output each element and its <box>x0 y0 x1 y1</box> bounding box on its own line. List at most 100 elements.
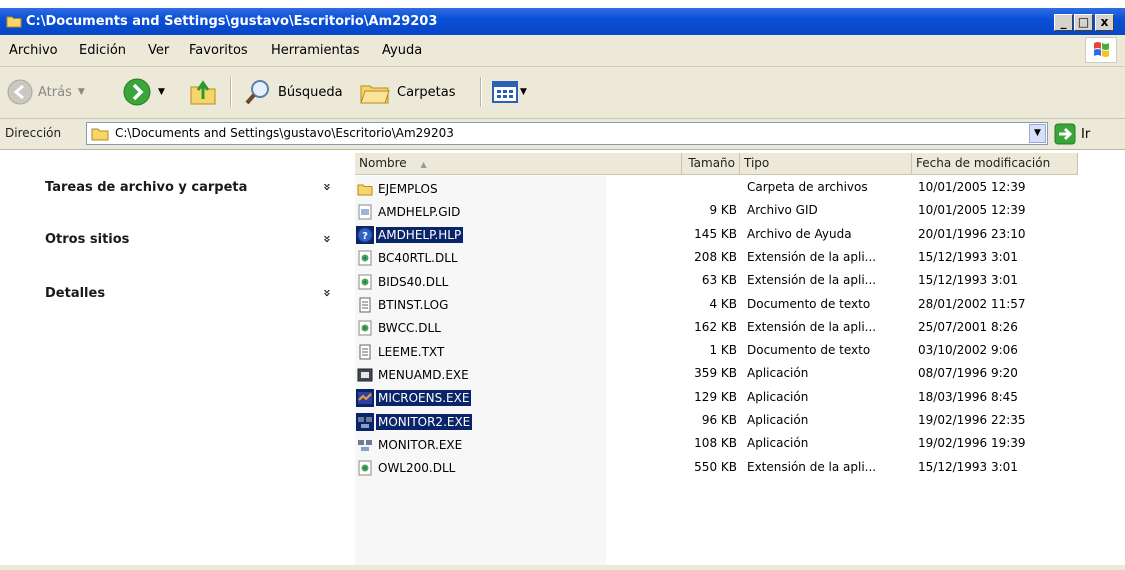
task-group-label: Otros sitios <box>45 232 130 247</box>
menu-ayuda[interactable]: Ayuda <box>382 43 422 58</box>
file-date: 15/12/1993 3:01 <box>918 459 1018 474</box>
file-name-cell[interactable]: LEEME.TXT <box>355 340 446 363</box>
menu-edicion[interactable]: Edición <box>79 43 126 58</box>
file-row[interactable]: EJEMPLOS Carpeta de archivos 10/01/2005 12… <box>355 177 1125 200</box>
dll-file-icon <box>357 274 373 290</box>
task-group-label: Tareas de archivo y carpeta <box>45 180 248 195</box>
folders-icon <box>360 85 390 104</box>
search-button[interactable]: Búsqueda <box>243 77 343 107</box>
task-group-file-folder[interactable]: Tareas de archivo y carpeta » <box>29 174 340 200</box>
file-type: Aplicación <box>747 436 809 451</box>
file-name-cell[interactable]: OWL200.DLL <box>355 457 457 480</box>
file-name: MONITOR2.EXE <box>376 413 473 430</box>
maximize-button[interactable]: □ <box>1074 14 1093 31</box>
file-row[interactable]: MENUAMD.EXE 359 KB Aplicación 08/07/1996 9:… <box>355 363 1125 386</box>
menu-archivo[interactable]: Archivo <box>9 43 58 58</box>
file-row[interactable]: AMDHELP.GID 9 KB Archivo GID 10/01/2005 12:… <box>355 200 1125 223</box>
file-name: BWCC.DLL <box>378 321 441 336</box>
file-date: 18/03/1996 8:45 <box>918 389 1018 404</box>
views-icon <box>492 81 518 103</box>
menu-favoritos[interactable]: Favoritos <box>189 43 248 58</box>
menu-ver[interactable]: Ver <box>148 43 169 58</box>
file-row[interactable]: BTINST.LOG 4 KB Documento de texto 28/01/20… <box>355 294 1125 317</box>
file-row[interactable]: MONITOR2.EXE 96 KB Aplicación 19/02/1996 22… <box>355 410 1125 433</box>
file-date: 28/01/2002 11:57 <box>918 296 1026 311</box>
views-button[interactable]: ▼ <box>491 77 527 107</box>
file-size: 129 KB <box>694 389 737 404</box>
file-name-cell[interactable]: MONITOR2.EXE <box>355 410 473 433</box>
sort-arrow-icon: ▲ <box>420 160 427 169</box>
chevron-down-icon[interactable]: ▼ <box>158 87 165 97</box>
chevron-down-icon[interactable]: ▼ <box>78 87 85 97</box>
file-type: Documento de texto <box>747 343 871 358</box>
task-group-details[interactable]: Detalles » <box>29 280 340 306</box>
file-size: 208 KB <box>694 249 737 264</box>
minimize-button[interactable]: _ <box>1054 14 1073 31</box>
expand-chevron-icon[interactable]: » <box>313 289 339 297</box>
file-date: 25/07/2001 8:26 <box>918 319 1018 334</box>
explorer-window: C:\Documents and Settings\gustavo\Escrit… <box>0 0 1125 570</box>
search-icon <box>245 80 269 105</box>
up-folder-button[interactable] <box>188 77 218 107</box>
file-row[interactable]: BWCC.DLL 162 KB Extensión de la apli... 25/… <box>355 317 1125 340</box>
file-row[interactable]: OWL200.DLL 550 KB Extensión de la apli... 1… <box>355 457 1125 480</box>
go-button[interactable]: Ir <box>1054 123 1090 145</box>
forward-button[interactable]: ▼ <box>122 77 165 107</box>
menu-herramientas[interactable]: Herramientas <box>271 43 360 58</box>
column-header-type[interactable]: Tipo <box>740 153 912 175</box>
folders-button[interactable]: Carpetas <box>359 77 455 107</box>
task-group-other-places[interactable]: Otros sitios » <box>29 226 340 252</box>
dll-file-icon <box>357 460 373 476</box>
file-row[interactable]: MONITOR.EXE 108 KB Aplicación 19/02/1996 19… <box>355 433 1125 456</box>
help-file-icon: ? <box>356 226 374 245</box>
file-name-cell[interactable]: AMDHELP.GID <box>355 200 462 223</box>
file-row[interactable]: LEEME.TXT 1 KB Documento de texto 03/10/200… <box>355 340 1125 363</box>
folder-icon <box>357 181 373 197</box>
file-type: Aplicación <box>747 366 809 381</box>
file-date: 19/02/1996 22:35 <box>918 413 1026 427</box>
file-name-cell[interactable]: MONITOR.EXE <box>355 433 464 456</box>
file-name-cell[interactable]: BC40RTL.DLL <box>355 247 460 270</box>
file-name-cell[interactable]: MICROENS.EXE <box>355 387 472 410</box>
file-row[interactable]: MICROENS.EXE 129 KB Aplicación 18/03/1996 8… <box>355 387 1125 410</box>
expand-chevron-icon[interactable]: » <box>313 235 339 243</box>
file-row[interactable]: BIDS40.DLL 63 KB Extensión de la apli... 15… <box>355 270 1125 293</box>
file-size: 4 KB <box>709 296 737 311</box>
folder-icon <box>91 128 109 141</box>
title-bar[interactable]: C:\Documents and Settings\gustavo\Escrit… <box>0 8 1125 35</box>
file-type: Archivo GID <box>747 203 818 218</box>
file-name: BC40RTL.DLL <box>378 251 458 266</box>
file-name-cell[interactable]: BIDS40.DLL <box>355 270 450 293</box>
file-date: 20/01/1996 23:10 <box>918 226 1026 241</box>
file-name-cell[interactable]: BWCC.DLL <box>355 317 443 340</box>
file-name-cell[interactable]: BTINST.LOG <box>355 294 450 317</box>
column-header-name[interactable]: Nombre ▲ <box>355 153 682 175</box>
address-input[interactable]: C:\Documents and Settings\gustavo\Escrit… <box>86 122 1048 145</box>
address-dropdown-button[interactable]: ▼ <box>1029 124 1046 143</box>
gid-file-icon <box>357 204 373 220</box>
file-name: MICROENS.EXE <box>376 390 472 407</box>
back-button[interactable]: Atrás ▼ <box>6 77 85 107</box>
bottom-edge <box>0 565 1125 570</box>
file-list: Nombre ▲ Tamaño Tipo Fecha de modificaci… <box>355 150 1125 570</box>
expand-chevron-icon[interactable]: » <box>313 183 339 191</box>
file-name-cell[interactable]: ? AMDHELP.HLP <box>355 224 464 247</box>
column-header-date[interactable]: Fecha de modificación <box>912 153 1078 175</box>
file-size: 550 KB <box>694 459 737 474</box>
file-name-cell[interactable]: MENUAMD.EXE <box>355 363 471 386</box>
chevron-down-icon[interactable]: ▼ <box>520 87 527 97</box>
file-type: Aplicación <box>747 413 809 427</box>
file-row[interactable]: ? AMDHELP.HLP 145 KB Archivo de Ayuda 20/01/… <box>355 224 1125 247</box>
folders-label: Carpetas <box>397 84 456 100</box>
file-name: MONITOR.EXE <box>378 437 463 452</box>
toolbar-separator <box>480 77 482 107</box>
text-file-icon <box>357 297 373 313</box>
file-row[interactable]: BC40RTL.DLL 208 KB Extensión de la apli...… <box>355 247 1125 270</box>
column-header-size[interactable]: Tamaño <box>682 153 740 175</box>
file-size: 145 KB <box>694 226 737 241</box>
file-date: 10/01/2005 12:39 <box>918 203 1026 218</box>
close-button[interactable]: x <box>1095 14 1114 31</box>
column-header-label: Nombre <box>359 156 407 170</box>
file-name-cell[interactable]: EJEMPLOS <box>355 177 440 200</box>
file-type: Aplicación <box>747 389 809 404</box>
